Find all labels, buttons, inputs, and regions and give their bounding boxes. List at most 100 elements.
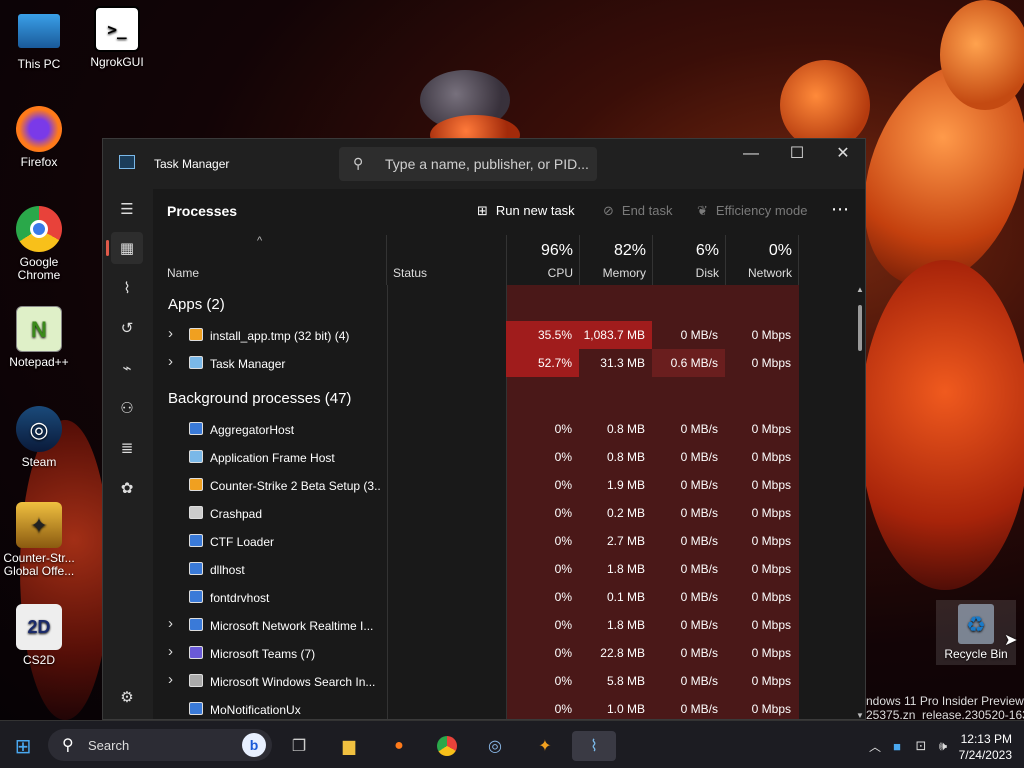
memory-total: 82% (613, 242, 646, 259)
desktop-icon-ngrokgui[interactable]: >_ NgrokGUI (78, 6, 156, 69)
clock-time: 12:13 PM (960, 732, 1012, 746)
chrome-taskbar-icon[interactable] (432, 731, 462, 761)
process-net-value: 0 Mbps (751, 702, 791, 716)
volume-icon[interactable]: 🕪 (928, 731, 958, 761)
process-row[interactable]: AggregatorHost 0% 0.8 MB 0 MB/s 0 Mbps (153, 415, 799, 443)
process-name: Microsoft Teams (7) (210, 647, 316, 661)
hamburger-menu-icon[interactable]: ☰ (111, 193, 143, 225)
column-network[interactable]: 0% Network (726, 235, 799, 285)
desktop-icon-chrome[interactable]: Google Chrome (0, 206, 78, 282)
expand-chevron-icon[interactable]: › (168, 643, 173, 660)
maximize-button[interactable]: ☐ (774, 139, 820, 171)
scrollbar-thumb[interactable] (858, 305, 862, 351)
column-name-label: Name (167, 266, 200, 280)
disk-total: 6% (695, 242, 719, 259)
process-disk-value: 0 MB/s (680, 478, 718, 492)
end-task-button[interactable]: ⊘ End task (603, 203, 673, 219)
scroll-up-icon: ▲ (856, 285, 864, 294)
process-row[interactable]: Crashpad 0% 0.2 MB 0 MB/s 0 Mbps (153, 499, 799, 527)
search-box[interactable]: ⚲ Type a name, publisher, or PID... (339, 147, 597, 181)
column-status[interactable]: Status (387, 235, 507, 285)
desktop-icon-label: NgrokGUI (90, 55, 144, 69)
file-explorer-icon[interactable]: ▆ (334, 731, 364, 761)
title-bar[interactable]: Task Manager ⚲ Type a name, publisher, o… (103, 139, 865, 189)
process-row[interactable]: CTF Loader 0% 2.7 MB 0 MB/s 0 Mbps (153, 527, 799, 555)
nav-processes-icon[interactable]: ▦ (106, 232, 143, 264)
process-row[interactable]: Application Frame Host 0% 0.8 MB 0 MB/s 0 Mb… (153, 443, 799, 471)
process-disk-value: 0 MB/s (680, 534, 718, 548)
column-name[interactable]: ^ Name (153, 235, 387, 285)
run-new-task-button[interactable]: ⊞ Run new task (477, 203, 575, 219)
column-cpu-label: CPU (547, 266, 573, 280)
process-disk-value: 0 MB/s (680, 328, 718, 342)
process-mem-value: 1.8 MB (606, 618, 645, 632)
process-disk-value: 0 MB/s (680, 422, 718, 436)
task-manager-taskbar-icon[interactable]: ⌇ (572, 731, 616, 761)
group-header-apps: Apps (2) (168, 296, 225, 313)
process-row[interactable]: dllhost 0% 1.8 MB 0 MB/s 0 Mbps (153, 555, 799, 583)
process-name: Counter-Strike 2 Beta Setup (3... (210, 479, 380, 493)
setup-taskbar-icon[interactable]: ✦ (530, 731, 560, 761)
column-cpu[interactable]: 96% CPU (507, 235, 580, 285)
desktop-icon-csgo[interactable]: ✦ Counter-Str... Global Offe... (0, 502, 78, 578)
nav-app-history-icon[interactable]: ↺ (111, 312, 143, 344)
process-disk-value: 0 MB/s (680, 590, 718, 604)
process-row[interactable]: fontdrvhost 0% 0.1 MB 0 MB/s 0 Mbps (153, 583, 799, 611)
process-row[interactable]: Counter-Strike 2 Beta Setup (3... 0% 1.9 M… (153, 471, 799, 499)
taskbar-search[interactable]: ⚲ Search b (48, 729, 272, 761)
column-memory[interactable]: 82% Memory (580, 235, 653, 285)
desktop-icon-cs2d[interactable]: 2D CS2D (0, 604, 78, 667)
efficiency-mode-button[interactable]: ❦ Efficiency mode (697, 203, 807, 219)
taskbar-search-label: Search (88, 738, 130, 753)
process-row[interactable]: › Microsoft Network Realtime I... 0% 1.8 MB… (153, 611, 799, 639)
process-row[interactable]: › Task Manager 52.7% 31.3 MB 0.6 MB/s 0 Mbps (153, 349, 799, 377)
expand-chevron-icon[interactable]: › (168, 615, 173, 632)
desktop-icon-this-pc[interactable]: This PC (0, 8, 78, 71)
taskbar: ⊞ ⚲ Search b ❐ ▆ ● ◎ ✦ ⌇ ︿ ■ ⊡ 🕪 12:13 P… (0, 720, 1024, 768)
expand-chevron-icon[interactable]: › (168, 325, 173, 342)
task-view-icon[interactable]: ❐ (284, 731, 314, 761)
process-disk-value: 0 MB/s (680, 506, 718, 520)
expand-chevron-icon[interactable]: › (168, 671, 173, 688)
start-button-icon[interactable]: ⊞ (8, 731, 38, 761)
sidebar: ☰ ▦ ⌇ ↺ ⌁ ⚇ ≣ ✿ ⚙ (103, 189, 151, 719)
close-button[interactable]: ✕ (820, 139, 865, 171)
nav-services-icon[interactable]: ✿ (111, 472, 143, 504)
csgo-icon: ✦ (16, 502, 62, 548)
process-net-value: 0 Mbps (751, 674, 791, 688)
efficiency-mode-label: Efficiency mode (715, 203, 808, 218)
nav-performance-icon[interactable]: ⌇ (111, 272, 143, 304)
process-icon (189, 590, 203, 603)
scrollbar[interactable]: ▲ ▼ (856, 285, 864, 719)
desktop-icon-label: Recycle Bin (944, 647, 1008, 661)
expand-chevron-icon[interactable]: › (168, 353, 173, 370)
chrome-icon (16, 206, 62, 252)
nav-users-icon[interactable]: ⚇ (111, 392, 143, 424)
firefox-taskbar-icon[interactable]: ● (384, 731, 414, 761)
minimize-button[interactable]: — (728, 139, 774, 171)
desktop-icon-steam[interactable]: ◎ Steam (0, 406, 78, 469)
process-row[interactable]: › Microsoft Teams (7) 0% 22.8 MB 0 MB/s 0 Mbp… (153, 639, 799, 667)
process-icon (189, 562, 203, 575)
process-icon (189, 356, 203, 369)
process-name: install_app.tmp (32 bit) (4) (210, 329, 350, 343)
desktop-icon-notepadpp[interactable]: N Notepad++ (0, 306, 78, 369)
clock[interactable]: 12:13 PM 7/24/2023 (959, 731, 1012, 763)
process-cpu-value: 52.7% (506, 349, 579, 377)
column-disk[interactable]: 6% Disk (653, 235, 726, 285)
process-mem-value: 31.3 MB (600, 356, 645, 370)
nav-details-icon[interactable]: ≣ (111, 432, 143, 464)
nav-startup-apps-icon[interactable]: ⌁ (111, 352, 143, 384)
process-cpu-value: 0% (554, 506, 572, 520)
settings-gear-icon[interactable]: ⚙ (111, 681, 143, 713)
steam-taskbar-icon[interactable]: ◎ (480, 731, 510, 761)
process-row[interactable]: › Microsoft Windows Search In... 0% 5.8 MB 0… (153, 667, 799, 695)
page-title: Processes (167, 203, 238, 219)
process-row[interactable]: MoNotificationUx 0% 1.0 MB 0 MB/s 0 Mbps (153, 695, 799, 719)
process-row[interactable]: › install_app.tmp (32 bit) (4) 35.5% 1,083.… (153, 321, 799, 349)
desktop-icon-label: Firefox (20, 155, 58, 169)
column-status-label: Status (393, 266, 428, 280)
process-net-value: 0 Mbps (751, 422, 791, 436)
desktop-icon-firefox[interactable]: Firefox (0, 106, 78, 169)
more-options-icon[interactable]: ⋯ (831, 199, 849, 220)
